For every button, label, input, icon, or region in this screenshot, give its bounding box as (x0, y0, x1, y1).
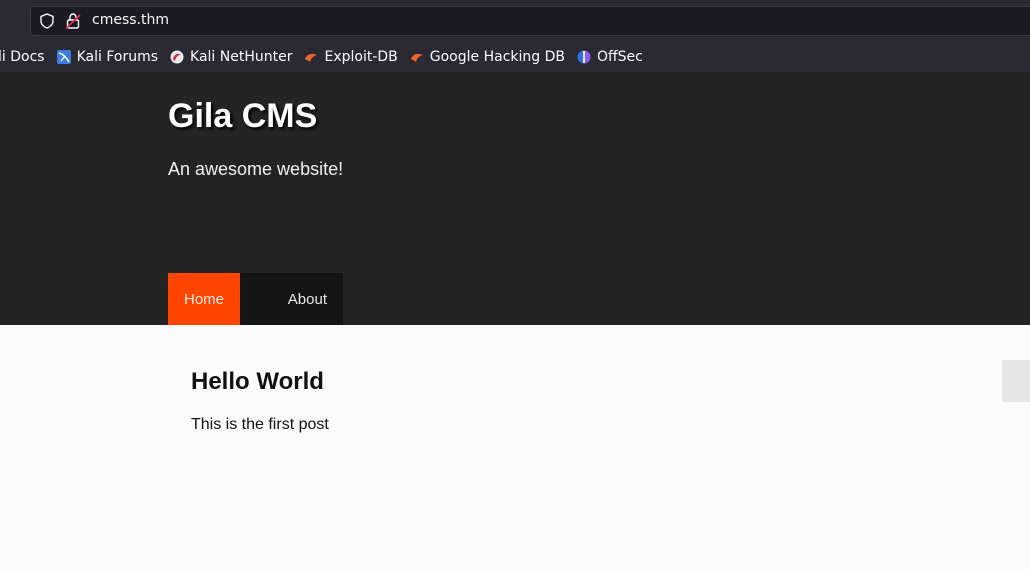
url-text[interactable]: cmess.thm (92, 12, 169, 28)
insecure-lock-icon[interactable] (65, 12, 81, 30)
main-nav: Home About (168, 273, 343, 325)
nav-home-link[interactable]: Home (168, 273, 240, 325)
site-title[interactable]: Gila CMS (168, 97, 317, 136)
bookmark-label: Kali Forums (76, 49, 159, 65)
bookmark-kali-forums[interactable]: Kali Forums (56, 49, 159, 65)
shield-icon[interactable] (39, 13, 55, 29)
bookmark-kali-nethunter[interactable]: Kali NetHunter (170, 49, 292, 65)
exploit-db-icon (410, 54, 423, 62)
bookmark-offsec[interactable]: OffSec (577, 49, 643, 65)
site-tagline: An awesome website! (168, 159, 344, 179)
bookmark-label: Google Hacking DB (429, 49, 565, 65)
bookmark-kali-docs[interactable]: li Docs (0, 49, 45, 65)
browser-chrome: cmess.thm li Docs Kali Forums Kali NetHu… (0, 0, 1030, 72)
exploit-db-icon (305, 54, 318, 62)
offsec-icon (577, 50, 591, 64)
side-widget-tab[interactable] (1002, 360, 1030, 402)
bookmark-label: li Docs (0, 49, 45, 65)
bookmark-google-hacking-db[interactable]: Google Hacking DB (410, 49, 565, 65)
bookmark-label: OffSec (596, 49, 643, 65)
nethunter-icon (170, 50, 184, 64)
site-header: Gila CMS An awesome website! Home About (0, 72, 1030, 325)
bookmark-exploit-db[interactable]: Exploit-DB (304, 49, 398, 65)
bookmark-label: Kali NetHunter (190, 49, 293, 65)
bookmarks-toolbar: li Docs Kali Forums Kali NetHunter Explo… (0, 44, 655, 70)
kali-icon (56, 50, 71, 64)
bookmark-label: Exploit-DB (324, 49, 398, 65)
post-title[interactable]: Hello World (191, 368, 324, 396)
address-bar[interactable]: cmess.thm (30, 6, 1030, 36)
nav-about-link[interactable]: About (240, 273, 343, 325)
post-body: This is the first post (191, 416, 329, 433)
